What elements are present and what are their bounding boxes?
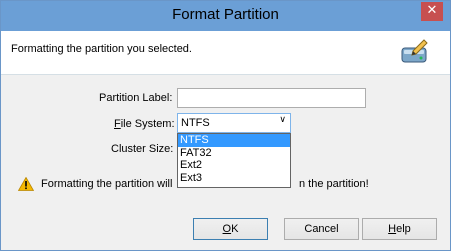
partition-label-label: Partition Label: <box>99 92 173 104</box>
close-button[interactable]: ✕ <box>421 2 443 21</box>
option-ext3[interactable]: Ext3 <box>178 172 290 185</box>
ok-button[interactable]: OK <box>193 218 268 240</box>
header-text: Formatting the partition you selected. <box>11 43 192 55</box>
chevron-down-icon: ∨ <box>279 115 286 125</box>
cluster-size-label: Cluster Size: <box>111 143 174 155</box>
drive-edit-icon <box>401 39 428 63</box>
option-fat32[interactable]: FAT32 <box>178 147 290 160</box>
title-bar[interactable]: Format Partition ✕ <box>1 1 450 31</box>
option-ext2[interactable]: Ext2 <box>178 159 290 172</box>
dialog-header: Formatting the partition you selected. <box>1 31 450 75</box>
file-system-value: NTFS <box>181 117 210 129</box>
warning-text-left: Formatting the partition will <box>41 178 173 190</box>
warning-text-right: n the partition! <box>299 178 369 190</box>
cancel-button[interactable]: Cancel <box>284 218 359 240</box>
warning-icon <box>18 177 34 191</box>
file-system-label: File System: <box>114 118 175 130</box>
file-system-dropdown-list[interactable]: NTFS FAT32 Ext2 Ext3 <box>177 133 291 188</box>
format-partition-dialog: Format Partition ✕ Formatting the partit… <box>0 0 451 251</box>
file-system-select[interactable]: NTFS ∨ <box>177 113 291 133</box>
help-button[interactable]: Help <box>362 218 437 240</box>
window-title: Format Partition <box>172 6 279 23</box>
option-ntfs[interactable]: NTFS <box>178 134 290 147</box>
partition-label-input[interactable] <box>177 88 366 108</box>
